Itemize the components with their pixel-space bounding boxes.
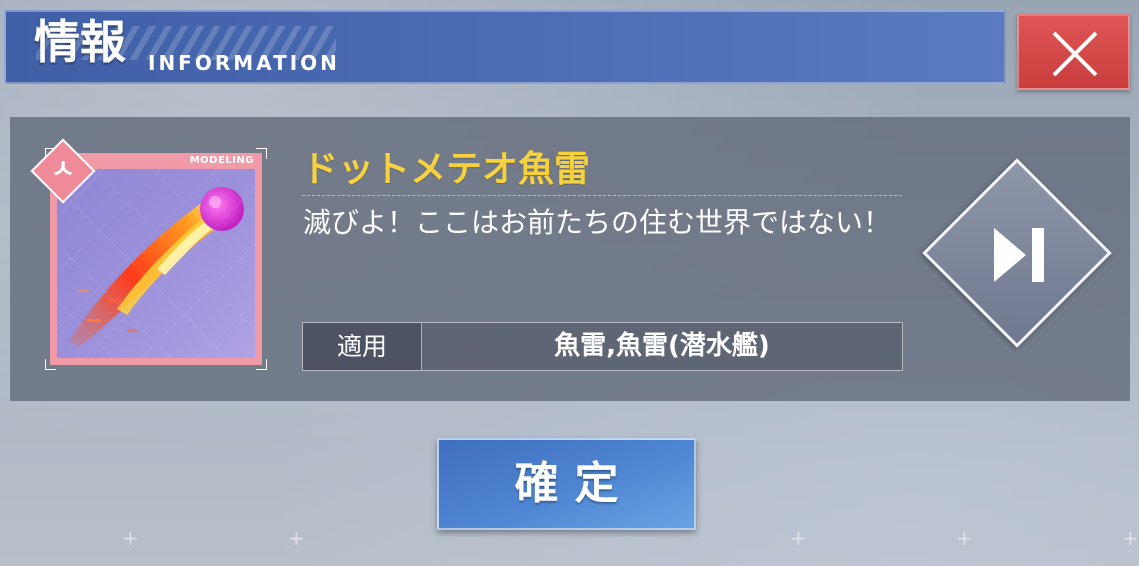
page-subtitle: INFORMATION xyxy=(148,51,340,75)
confirm-button[interactable]: 確定 xyxy=(437,438,696,530)
modeling-tag: MODELING xyxy=(189,155,254,166)
close-icon xyxy=(1052,31,1098,77)
bg-plus-mark: + xyxy=(1122,526,1139,550)
apply-label: 適用 xyxy=(303,323,422,370)
confirm-label: 確定 xyxy=(514,458,635,509)
apply-value: 魚雷,魚雷(潜水艦) xyxy=(554,331,770,361)
badge-letter: ㅅ xyxy=(51,155,75,185)
bg-plus-mark: + xyxy=(122,526,139,550)
item-name: ドットメテオ魚雷 xyxy=(302,149,591,190)
apply-table: 適用 魚雷,魚雷(潜水艦) xyxy=(302,322,903,371)
bg-plus-mark: + xyxy=(790,526,807,550)
page-title: 情報 xyxy=(34,15,126,69)
bg-plus-mark: + xyxy=(956,526,973,550)
skip-next-icon xyxy=(994,228,1044,282)
meteor-torpedo-image xyxy=(57,169,255,358)
name-divider xyxy=(302,195,902,196)
close-button[interactable] xyxy=(1017,14,1130,90)
item-description: 滅びよ！ここはお前たちの住む世界ではない！ xyxy=(303,206,892,239)
bg-plus-mark: + xyxy=(288,526,305,550)
